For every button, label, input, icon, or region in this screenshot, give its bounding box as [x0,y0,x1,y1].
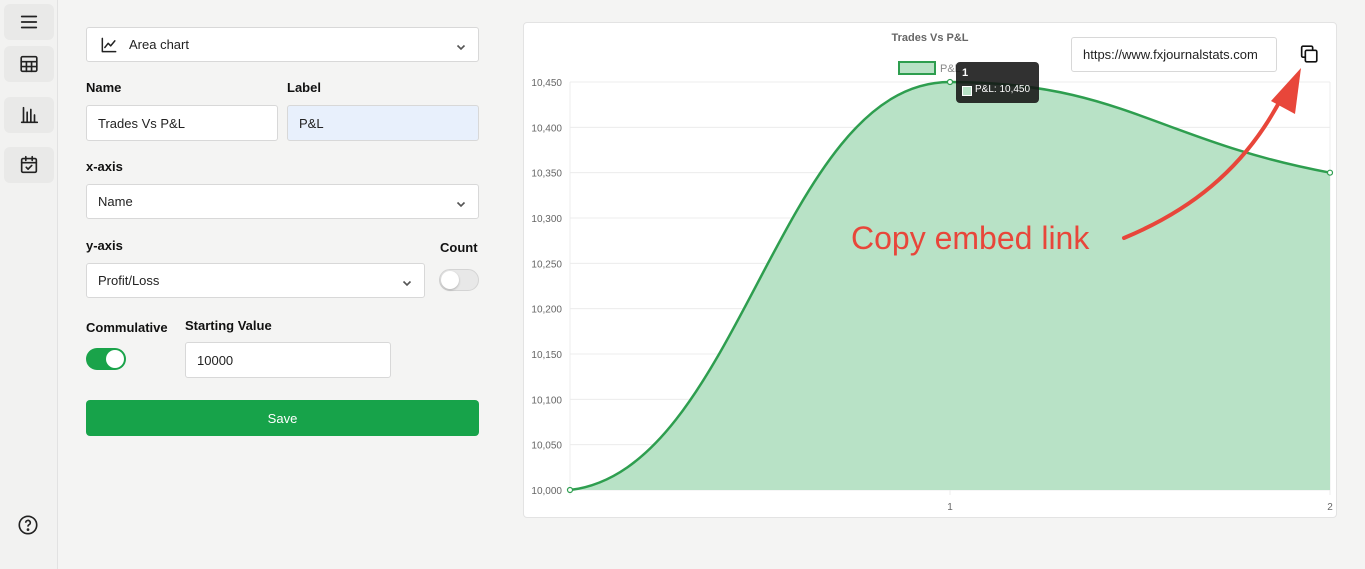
y-tick-label: 10,350 [531,169,562,180]
y-tick-label: 10,150 [531,350,562,361]
toggle-knob [106,350,124,368]
copy-embed-button[interactable] [1298,43,1320,65]
table-nav-button[interactable] [4,46,54,82]
x-axis-select[interactable]: Name [86,184,479,219]
y-tick-label: 10,450 [531,78,562,89]
x-axis-label: x-axis [86,159,123,174]
y-axis-value: Profit/Loss [98,273,160,288]
tooltip-body: P&L: 10,450 [975,84,1031,95]
help-circle-icon [18,515,38,535]
label-label: Label [287,80,321,95]
bar-chart-icon [20,106,39,124]
save-button[interactable]: Save [86,400,479,436]
chart-title: Trades Vs P&L [891,32,968,44]
copy-icon [1300,45,1318,63]
y-tick-label: 10,050 [531,441,562,452]
y-tick-label: 10,200 [531,305,562,316]
y-tick-label: 10,100 [531,395,562,406]
chevron-down-icon [402,276,412,287]
annotation-text: Copy embed link [851,220,1090,256]
chart-type-value: Area chart [129,37,189,52]
y-axis-label: y-axis [86,238,123,253]
count-toggle[interactable] [439,269,479,291]
help-button[interactable] [16,513,40,537]
toggle-knob [441,271,459,289]
chart-card: 10,000 10,050 10,100 10,150 10,200 10,250 10,3… [523,22,1337,518]
name-label: Name [86,80,122,95]
chart-config-form: Area chart Name Trades Vs P&L Label P&L … [86,0,479,569]
y-axis-select[interactable]: Profit/Loss [86,263,425,298]
legend-swatch [898,61,936,75]
data-point [566,486,574,494]
charts-nav-button[interactable] [4,97,54,133]
cumulative-label: Commulative [86,320,168,335]
x-tick-label: 1 [947,502,953,513]
menu-icon [20,15,38,29]
count-label: Count [440,240,478,255]
y-tick-label: 10,000 [531,486,562,497]
chevron-down-icon [456,197,466,208]
area-chart-icon [101,37,117,52]
y-tick-label: 10,250 [531,259,562,270]
data-point [946,78,954,86]
x-tick-label: 2 [1327,502,1333,513]
y-tick-label: 10,400 [531,123,562,134]
label-input[interactable]: P&L [287,105,479,141]
name-input[interactable]: Trades Vs P&L [86,105,278,141]
y-tick-label: 10,300 [531,214,562,225]
tooltip-title: 1 [962,67,969,79]
starting-value-label: Starting Value [185,318,272,333]
cumulative-toggle[interactable] [86,348,126,370]
chevron-down-icon [456,40,466,51]
menu-button[interactable] [4,4,54,40]
chart-tooltip: 1 P&L: 10,450 [956,62,1039,103]
tooltip-swatch [962,86,972,96]
starting-value-input[interactable]: 10000 [185,342,391,378]
nav-rail [0,0,58,569]
embed-url-input[interactable]: https://www.fxjournalstats.com [1071,37,1277,72]
x-axis-value: Name [98,194,133,209]
chart-type-select[interactable]: Area chart [86,27,479,62]
calendar-nav-button[interactable] [4,147,54,183]
area-chart: 10,000 10,050 10,100 10,150 10,200 10,250 10,3… [531,32,1334,513]
calendar-check-icon [20,155,38,174]
table-icon [20,55,38,73]
data-point [1326,169,1334,176]
